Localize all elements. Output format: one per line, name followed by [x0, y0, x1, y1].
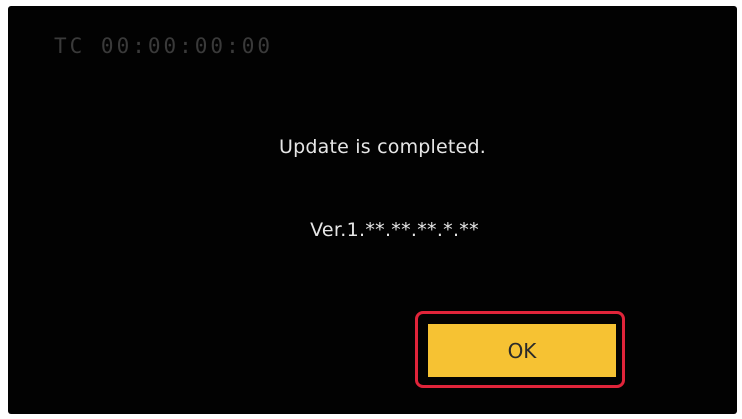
timecode-readout: TC 00:00:00:00 — [54, 34, 274, 58]
ok-button[interactable]: OK — [428, 324, 616, 377]
firmware-version-text: Ver.1.**.**.**.*.** — [310, 219, 479, 241]
update-complete-message: Update is completed. — [279, 136, 486, 158]
camera-display-screen: TC 00:00:00:00 Update is completed. Ver.… — [8, 6, 737, 414]
